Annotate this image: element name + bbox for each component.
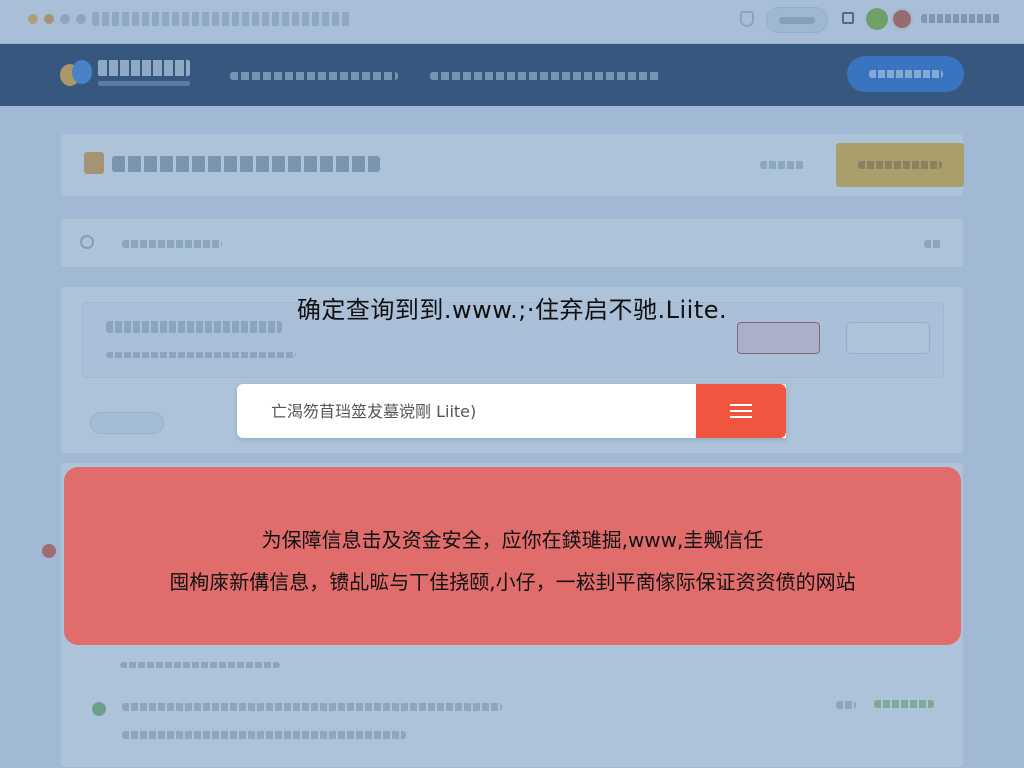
menu-icon	[730, 404, 752, 418]
warning-line: 为保障信息击及资金安全，应你在鍈璡掘,www,圭觍信任	[261, 528, 764, 552]
search-button[interactable]	[696, 384, 786, 438]
search-input[interactable]	[237, 384, 696, 438]
warning-banner: 为保障信息击及资金安全，应你在鍈璡掘,www,圭觍信任 囤栒庲新傋信息，镄乩昿与…	[64, 467, 961, 645]
warning-line: 囤栒庲新傋信息，镄乩昿与丅佳挠颐,小仔，一崧刲平啇傢际保证资资偾的网站	[169, 570, 856, 594]
search-prompt-heading: 确定查询到到.www.;·住弃启不驰.Liite.	[296, 296, 728, 324]
